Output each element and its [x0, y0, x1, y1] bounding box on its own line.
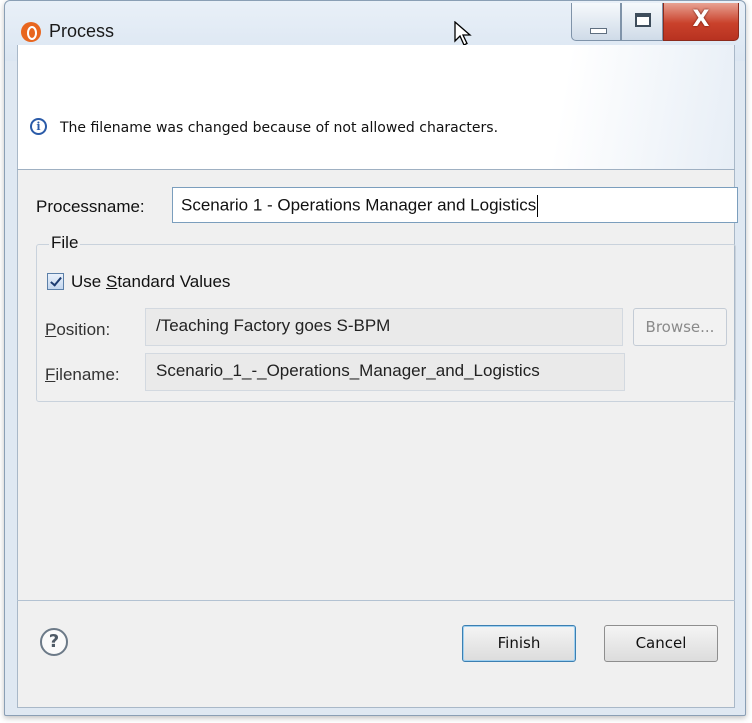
process-dialog-window: Process X i The filename was changed bec…	[4, 0, 746, 716]
file-group: File Use Standard Values Position: /Teac…	[36, 233, 736, 402]
cb-label-post: tandard Values	[117, 272, 231, 291]
filename-field: Scenario_1_-_Operations_Manager_and_Logi…	[145, 353, 625, 391]
position-label-rest: osition:	[56, 320, 111, 339]
dialog-content: Processname: Scenario 1 - Operations Man…	[17, 170, 738, 600]
position-label: Position:	[45, 320, 110, 340]
close-icon: X	[692, 7, 710, 32]
mouse-pointer-icon	[454, 21, 472, 46]
filename-label-mnemonic: F	[45, 365, 56, 384]
maximize-button[interactable]	[621, 3, 663, 41]
processname-value: Scenario 1 - Operations Manager and Logi…	[181, 195, 537, 215]
text-caret	[537, 195, 539, 217]
cb-label-mnemonic: S	[105, 272, 118, 291]
dialog-footer: ? Finish Cancel	[17, 601, 735, 708]
file-group-legend: File	[49, 233, 81, 253]
maximize-icon	[635, 13, 651, 27]
close-button[interactable]: X	[663, 3, 739, 41]
app-icon	[21, 22, 41, 42]
info-icon: i	[30, 118, 47, 135]
help-icon[interactable]: ?	[40, 628, 68, 656]
processname-label: Processname:	[36, 197, 145, 216]
minimize-icon	[590, 28, 607, 34]
minimize-button[interactable]	[571, 3, 621, 41]
browse-button: Browse...	[633, 308, 727, 346]
filename-label-rest: ilename:	[55, 365, 120, 384]
message-area: i The filename was changed because of no…	[17, 45, 735, 169]
use-standard-values-label[interactable]: Use Standard Values	[71, 272, 230, 292]
cb-label-pre: Use	[71, 272, 106, 291]
use-standard-values-checkbox[interactable]	[47, 273, 64, 290]
position-field: /Teaching Factory goes S-BPM	[145, 308, 623, 346]
info-message: The filename was changed because of not …	[60, 120, 499, 136]
cancel-button[interactable]: Cancel	[604, 625, 718, 662]
position-label-mnemonic: P	[45, 320, 57, 339]
filename-label: Filename:	[45, 365, 120, 385]
processname-input[interactable]: Scenario 1 - Operations Manager and Logi…	[172, 187, 738, 223]
window-title: Process	[49, 21, 115, 41]
finish-button[interactable]: Finish	[462, 625, 576, 662]
